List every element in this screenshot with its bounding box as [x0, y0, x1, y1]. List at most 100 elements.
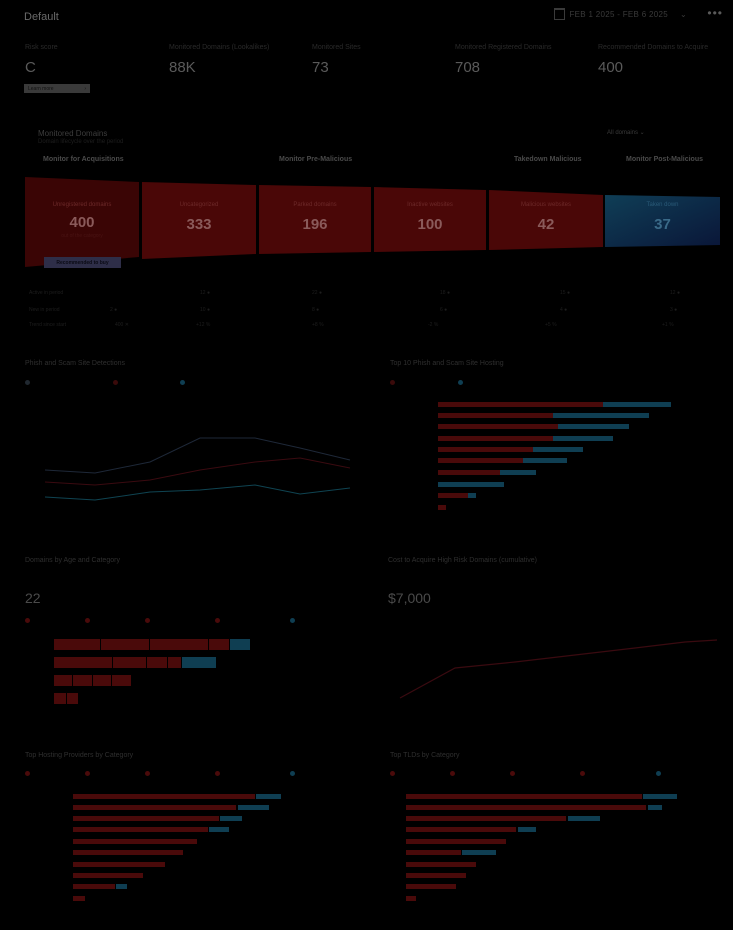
card-title: Top 10 Phish and Scam Site Hosting [390, 360, 504, 367]
bar [54, 657, 112, 668]
funnel-box-taken-down[interactable]: Taken down 37 [605, 195, 720, 240]
date-range-picker[interactable]: FEB 1 2025 - FEB 6 2025 ⌄ [554, 8, 687, 20]
funnel-box-value: 37 [654, 216, 671, 233]
bar [54, 693, 66, 704]
bar [500, 470, 536, 475]
funnel-box-label: Malicious websites [520, 202, 572, 208]
bar [406, 794, 642, 799]
table-cell: 18 ● [440, 290, 450, 296]
bar [150, 639, 208, 650]
legend-dot [215, 771, 220, 776]
bar [168, 657, 181, 668]
section-title: Monitored Domains [38, 129, 108, 138]
funnel-box-inactive[interactable]: Inactive websites 100 [374, 195, 486, 240]
section-subtitle: Domain lifecycle over the period [38, 139, 124, 145]
legend-dot [25, 618, 30, 623]
bar [101, 639, 149, 650]
bar [220, 816, 242, 821]
bar [406, 850, 461, 855]
series-line [44, 484, 351, 501]
bar [54, 675, 72, 686]
big-number: 22 [25, 590, 41, 606]
bar [438, 436, 553, 441]
phish-line-chart [44, 437, 351, 501]
kpi-value: 88K [169, 59, 196, 76]
funnel-box-label: Uncategorized [179, 202, 219, 208]
legend-dot [113, 380, 118, 385]
kpi-label: Monitored Domains (Lookalikes) [169, 44, 270, 51]
funnel-box-value: 100 [417, 216, 443, 233]
bar [406, 839, 506, 844]
bar [553, 413, 649, 418]
funnel-box-value: 196 [302, 216, 328, 233]
bar [406, 862, 476, 867]
table-cell: 400 ✕ [115, 322, 129, 328]
bar [468, 493, 476, 498]
kpi-value: 73 [312, 59, 329, 76]
bar [73, 873, 143, 878]
table-cell: +8 % [312, 322, 324, 328]
funnel-box-label: Unregistered domains [52, 201, 112, 208]
funnel-box-unregistered[interactable]: Unregistered domains 400 out of the cate… [25, 195, 139, 245]
domain-filter-dropdown[interactable]: All domains ⌄ [607, 129, 645, 136]
stage-label: Monitor for Acquisitions [43, 156, 124, 163]
bar [113, 657, 146, 668]
bar [603, 402, 671, 407]
kpi-monitored-sites: Monitored Sites 73 [312, 44, 361, 76]
learn-more-button[interactable]: Learn more › [24, 84, 90, 93]
cost-line-chart [399, 639, 718, 699]
bar [209, 639, 229, 650]
kpi-value: C [25, 59, 36, 76]
bar [406, 827, 516, 832]
more-options-icon[interactable]: ••• [707, 6, 723, 20]
bar [116, 884, 127, 889]
bar [147, 657, 167, 668]
legend-dot [145, 771, 150, 776]
table-cell: 8 ● [312, 307, 320, 313]
stage-label: Monitor Pre-Malicious [279, 156, 353, 163]
stage-label: Monitor Post-Malicious [626, 156, 703, 163]
table-row-label: Trend since start [29, 322, 67, 328]
legend-dot [290, 771, 295, 776]
bar [67, 693, 78, 704]
card-title: Domains by Age and Category [25, 557, 120, 564]
table-cell: +1 % [662, 322, 674, 328]
card-title: Top TLDs by Category [390, 752, 460, 759]
funnel-box-sub: out of the category [61, 232, 103, 239]
learn-more-label: Learn more [28, 85, 54, 92]
funnel-box-parked[interactable]: Parked domains 196 [259, 195, 371, 240]
legend-dot [215, 618, 220, 623]
bar [438, 402, 603, 407]
recommended-to-buy-button[interactable]: Recommended to buy [44, 257, 121, 268]
bar [643, 794, 677, 799]
stage-label: Takedown Malicious [514, 156, 582, 163]
bar [112, 675, 131, 686]
kpi-label: Monitored Sites [312, 44, 361, 51]
kpi-registered-domains: Monitored Registered Domains 708 [455, 44, 552, 76]
bar [54, 639, 100, 650]
bar [182, 657, 216, 668]
bar [558, 424, 629, 429]
table-cell: 6 ● [440, 307, 448, 313]
bar [73, 839, 197, 844]
bar [438, 505, 446, 510]
legend-dot [450, 771, 455, 776]
legend-dot [25, 380, 30, 385]
series-line [44, 457, 351, 486]
funnel-box-label: Taken down [646, 202, 679, 208]
bar [533, 447, 583, 452]
legend-dot [458, 380, 463, 385]
bar [438, 447, 533, 452]
kpi-label: Risk score [25, 44, 58, 51]
funnel-box-malicious[interactable]: Malicious websites 42 [489, 195, 603, 240]
bar [406, 816, 566, 821]
funnel-box-value: 42 [537, 216, 555, 233]
legend-dot [390, 771, 395, 776]
bar [238, 805, 269, 810]
bar [406, 873, 466, 878]
funnel-box-uncategorized[interactable]: Uncategorized 333 [142, 195, 256, 240]
bar [73, 850, 183, 855]
bar [209, 827, 229, 832]
table-cell: +12 % [196, 322, 211, 328]
bar [73, 816, 219, 821]
